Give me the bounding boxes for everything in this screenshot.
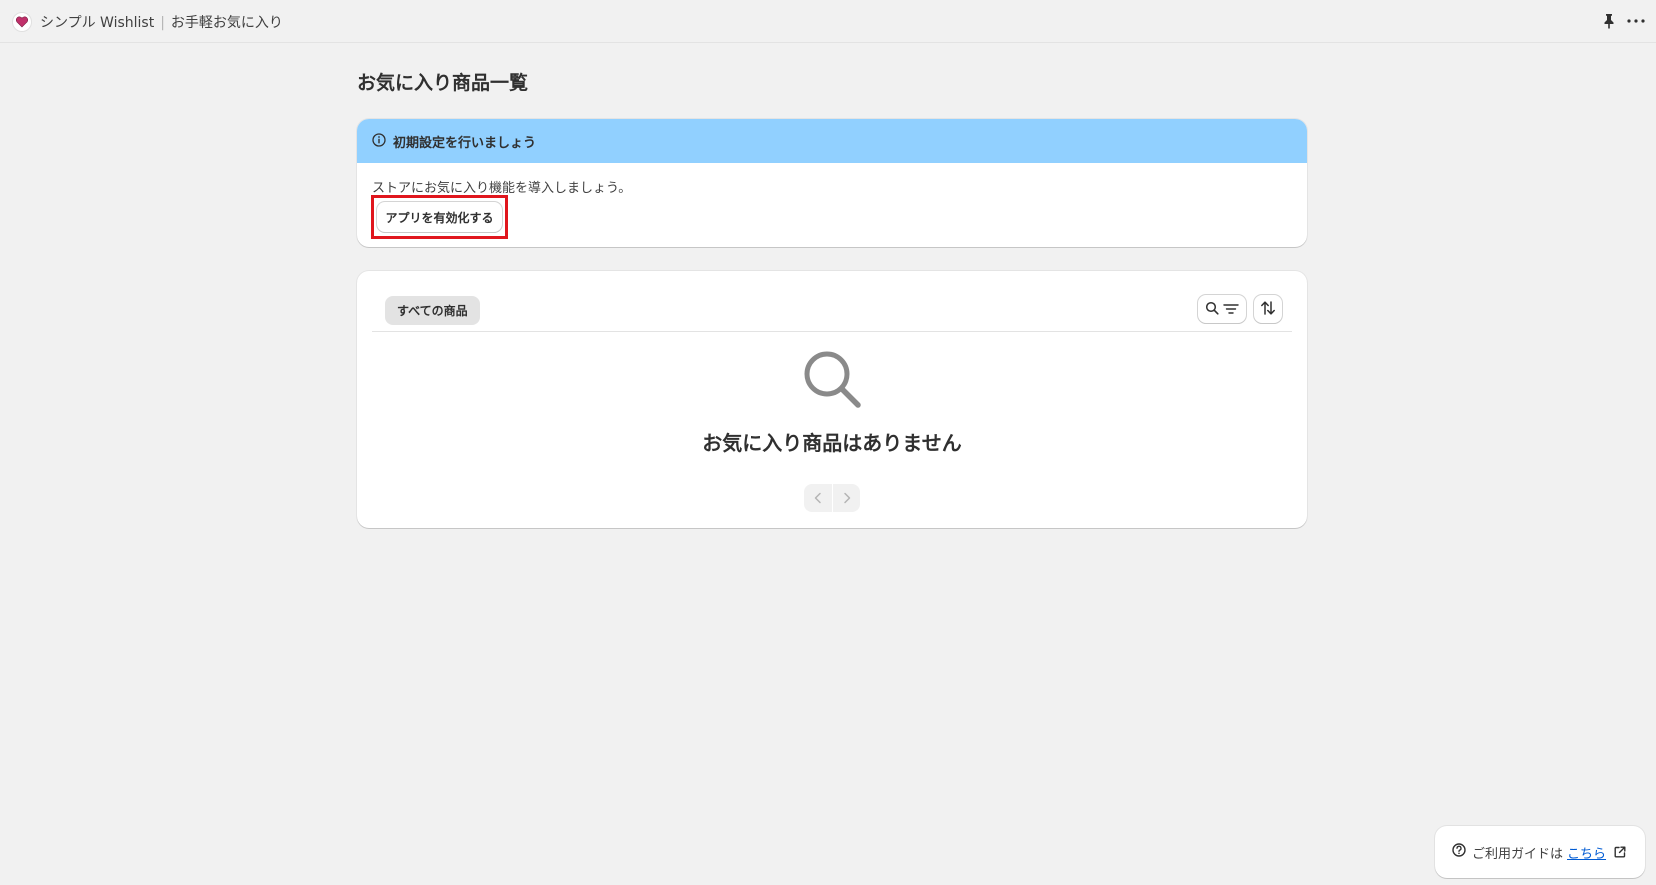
banner-text: ストアにお気に入り機能を導入しましょう。 xyxy=(372,181,632,196)
setup-banner: 初期設定を行いましょう ストアにお気に入り機能を導入しましょう。 アプリを有効化… xyxy=(357,119,1307,247)
pagination-prev-button[interactable] xyxy=(804,484,832,512)
filter-icon xyxy=(1223,300,1239,319)
wishlist-card: すべての商品 お気に入り商品はありません xyxy=(357,271,1307,528)
sort-button[interactable] xyxy=(1254,295,1282,323)
search-filter-button[interactable] xyxy=(1198,295,1246,323)
app-logo-heart-icon xyxy=(12,12,32,32)
activate-button-highlight: アプリを有効化する xyxy=(371,195,508,239)
help-text: ご利用ガイドは xyxy=(1472,846,1564,862)
app-name: シンプル Wishlist xyxy=(40,15,155,31)
info-icon xyxy=(372,132,386,151)
tab-all-products[interactable]: すべての商品 xyxy=(385,296,480,325)
banner-title: 初期設定を行いましょう xyxy=(393,135,537,151)
banner-header: 初期設定を行いましょう xyxy=(357,119,1307,163)
help-guide: ご利用ガイドは こちら xyxy=(1435,826,1645,878)
external-link-icon[interactable] xyxy=(1614,846,1626,858)
activate-app-button[interactable]: アプリを有効化する xyxy=(377,202,502,232)
app-topbar: シンプル Wishlist | お手軽お気に入り xyxy=(0,0,1656,43)
sort-icon xyxy=(1260,300,1276,319)
chevron-left-icon xyxy=(813,489,823,508)
page-title: お気に入り商品一覧 xyxy=(357,72,529,94)
card-divider xyxy=(372,331,1292,332)
app-subtitle: お手軽お気に入り xyxy=(170,15,283,31)
empty-state-search-icon xyxy=(800,347,864,411)
pin-icon[interactable] xyxy=(1600,12,1618,30)
title-separator: | xyxy=(160,15,165,31)
chevron-right-icon xyxy=(842,489,852,508)
pagination xyxy=(804,484,860,512)
more-horizontal-icon[interactable] xyxy=(1624,12,1648,30)
pagination-next-button[interactable] xyxy=(832,484,860,512)
question-circle-icon xyxy=(1452,843,1466,861)
empty-state-title: お気に入り商品はありません xyxy=(702,431,962,455)
help-link[interactable]: こちら xyxy=(1567,843,1606,862)
app-title: シンプル Wishlist | お手軽お気に入り xyxy=(40,12,283,32)
search-icon xyxy=(1205,300,1219,319)
